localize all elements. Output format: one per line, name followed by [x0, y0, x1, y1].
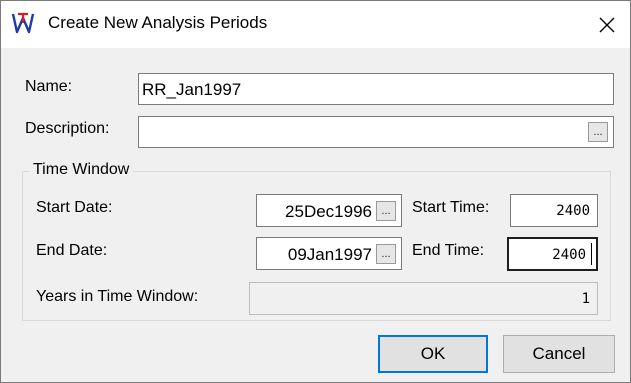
- start-date-value: 25Dec1996: [285, 202, 372, 221]
- time-window-group-label: Time Window: [29, 161, 134, 179]
- start-time-label: Start Time:: [412, 199, 490, 216]
- description-label: Description:: [25, 120, 110, 137]
- years-in-window-label: Years in Time Window:: [36, 288, 199, 305]
- end-time-value: 2400: [552, 247, 586, 263]
- close-button[interactable]: [584, 1, 630, 48]
- wv-app-icon: [11, 12, 35, 34]
- description-input[interactable]: ...: [138, 116, 614, 148]
- years-in-window-field: 1: [249, 282, 598, 315]
- start-date-input[interactable]: 25Dec1996 ...: [256, 194, 402, 227]
- years-in-window-value: 1: [581, 291, 590, 307]
- dialog-window: Create New Analysis Periods Name: RR_Jan…: [0, 0, 631, 383]
- name-label: Name:: [25, 78, 73, 95]
- cancel-button[interactable]: Cancel: [503, 335, 615, 373]
- name-input-value: RR_Jan1997: [142, 80, 242, 99]
- window-title: Create New Analysis Periods: [48, 13, 268, 32]
- close-icon: [599, 17, 615, 32]
- start-time-value: 2400: [556, 203, 590, 219]
- end-time-label: End Time:: [412, 242, 485, 259]
- end-date-value: 09Jan1997: [287, 245, 372, 264]
- ok-button[interactable]: OK: [378, 335, 488, 373]
- name-input[interactable]: RR_Jan1997: [138, 73, 614, 105]
- title-bar: Create New Analysis Periods: [1, 1, 630, 48]
- end-date-input[interactable]: 09Jan1997 ...: [256, 237, 402, 270]
- end-date-label: End Date:: [36, 242, 108, 259]
- end-date-picker-button[interactable]: ...: [376, 244, 396, 264]
- start-date-label: Start Date:: [36, 199, 113, 216]
- start-date-picker-button[interactable]: ...: [376, 201, 396, 221]
- end-time-input[interactable]: 2400: [507, 237, 598, 271]
- start-time-input[interactable]: 2400: [510, 194, 598, 227]
- text-caret: [591, 243, 592, 265]
- description-browse-button[interactable]: ...: [588, 122, 608, 142]
